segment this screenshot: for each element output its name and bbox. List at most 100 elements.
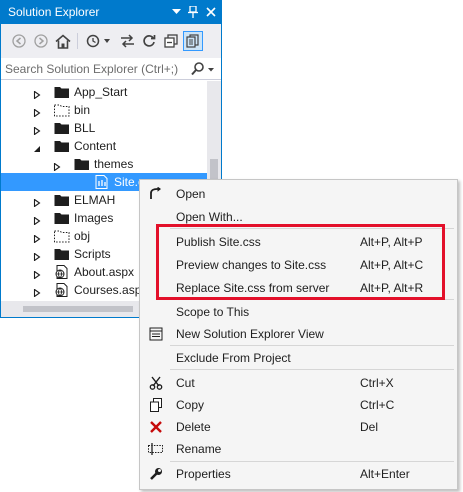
menu-item-replace-site-css-from-server[interactable]: Replace Site.css from server Alt+P, Alt+R [140,277,457,299]
menu-item-delete[interactable]: Delete Del [140,416,457,438]
forward-icon[interactable] [31,31,51,51]
folder-icon [54,85,70,99]
collapsed-arrow-icon[interactable] [33,268,41,280]
toolbar-separator [77,33,78,49]
folder-icon [54,211,70,225]
menu-item-shortcut: Ctrl+C [360,398,395,412]
aspx-file-icon [54,265,70,279]
horizontal-scroll-thumb[interactable] [23,306,133,312]
folder-icon [54,193,70,207]
menu-item-scope-to-this[interactable]: Scope to This [140,301,457,323]
tree-item-label: Scripts [74,247,111,261]
menu-separator [170,228,454,229]
menu-item-label: Delete [176,420,211,434]
title-bar: Solution Explorer [1,1,221,24]
search-input[interactable] [5,61,185,77]
properties-icon [148,466,164,482]
collapsed-arrow-icon[interactable] [53,160,61,172]
tree-item[interactable]: App_Start [1,83,207,101]
menu-item-properties[interactable]: Properties Alt+Enter [140,463,457,485]
menu-item-label: Replace Site.css from server [176,281,330,295]
menu-item-label: New Solution Explorer View [176,327,324,341]
menu-item-shortcut: Del [360,420,379,434]
new-view-icon [148,326,164,342]
menu-item-copy[interactable]: Copy Ctrl+C [140,394,457,416]
menu-item-label: Publish Site.css [176,235,261,249]
collapsed-arrow-icon[interactable] [33,124,41,136]
dropdown-arrow-icon[interactable] [169,4,184,20]
tree-item-label: BLL [74,121,96,135]
menu-separator [170,299,454,300]
refresh-icon[interactable] [139,31,159,51]
menu-item-label: Scope to This [176,305,250,319]
menu-item-preview-changes-to-site-css[interactable]: Preview changes to Site.css Alt+P, Alt+C [140,254,457,276]
collapsed-arrow-icon[interactable] [33,250,41,262]
back-icon[interactable] [9,31,29,51]
menu-item-label: Open With... [176,210,243,224]
folder-icon [54,121,70,135]
menu-item-cut[interactable]: Cut Ctrl+X [140,372,457,394]
menu-item-label: Rename [176,442,222,456]
tree-item-label: ELMAH [74,193,116,207]
menu-item-rename[interactable]: Rename [140,438,457,460]
delete-icon [148,419,164,435]
search-box [1,58,221,80]
aspx-file-icon [54,283,70,297]
close-icon[interactable] [203,4,218,20]
show-all-files-icon[interactable] [183,31,203,51]
tree-item-label: About.aspx [74,265,135,279]
collapsed-arrow-icon[interactable] [33,286,41,298]
menu-item-label: Exclude From Project [176,351,291,365]
home-icon[interactable] [53,31,73,51]
menu-item-label: Properties [176,467,231,481]
toolbar [1,24,221,58]
menu-item-label: Cut [176,376,195,390]
menu-item-label: Open [176,187,206,201]
cut-icon [148,375,164,391]
tree-item-label: Courses.aspx [74,283,148,297]
menu-separator [170,461,454,462]
tree-item[interactable]: Content [1,137,207,155]
menu-item-shortcut: Alt+Enter [360,467,410,481]
pending-changes-filter-icon[interactable] [85,31,113,51]
tree-item[interactable]: BLL [1,119,207,137]
collapsed-arrow-icon[interactable] [33,106,41,118]
open-icon [148,186,164,202]
expanded-arrow-icon[interactable] [33,142,41,152]
menu-item-shortcut: Alt+P, Alt+P [360,235,423,249]
menu-item-shortcut: Alt+P, Alt+C [360,258,424,272]
css-file-icon [94,175,110,189]
pin-icon[interactable] [185,4,200,20]
search-icon[interactable] [191,61,217,77]
vertical-scroll-thumb[interactable] [210,159,218,181]
folder-icon [74,157,90,171]
menu-item-exclude-from-project[interactable]: Exclude From Project [140,347,457,369]
menu-item-label: Preview changes to Site.css [176,258,327,272]
folder-hidden-icon [54,229,70,243]
menu-separator [170,369,454,370]
rename-icon [148,441,164,457]
collapsed-arrow-icon[interactable] [33,88,41,100]
tree-item-label: bin [74,103,91,117]
tree-item-label: obj [74,229,91,243]
tree-item[interactable]: bin [1,101,207,119]
menu-item-open-with[interactable]: Open With... [140,206,457,228]
menu-item-new-solution-explorer-view[interactable]: New Solution Explorer View [140,323,457,345]
copy-icon [148,397,164,413]
tree-item-label: Content [74,139,117,153]
folder-icon [54,139,70,153]
tree-item[interactable]: themes [1,155,207,173]
collapse-all-icon[interactable] [161,31,181,51]
context-menu: Open Open With... Publish Site.css Alt+P, A… [139,179,458,490]
collapsed-arrow-icon[interactable] [33,196,41,208]
menu-item-open[interactable]: Open [140,183,457,205]
menu-item-shortcut: Ctrl+X [360,376,394,390]
menu-separator [170,345,454,346]
collapsed-arrow-icon[interactable] [33,232,41,244]
menu-item-publish-site-css[interactable]: Publish Site.css Alt+P, Alt+P [140,231,457,253]
folder-icon [54,247,70,261]
collapsed-arrow-icon[interactable] [33,214,41,226]
window-title: Solution Explorer [8,5,100,19]
tree-item-label: themes [94,157,134,171]
sync-with-active-document-icon[interactable] [117,31,137,51]
